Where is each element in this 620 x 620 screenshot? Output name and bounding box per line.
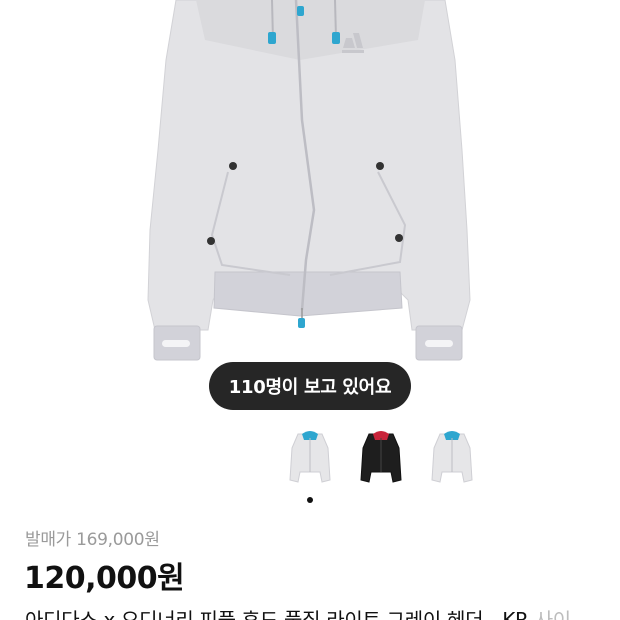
thumbnail-light-grey[interactable] [288, 428, 332, 490]
product-title[interactable]: 아디다스 x 오디너리 피플 후드 풀집 라이트 그레이 헤더 - KR 사이 [25, 604, 620, 620]
thumbnail-carousel [0, 428, 620, 494]
product-hero-image[interactable]: 110명이 보고 있어요 [0, 0, 620, 420]
viewer-count-badge: 110명이 보고 있어요 [209, 362, 411, 410]
carousel-dot-icon [307, 497, 313, 503]
original-price: 발매가 169,000원 [25, 530, 160, 550]
product-title-text: 아디다스 x 오디너리 피플 후드 풀집 라이트 그레이 헤더 - KR [25, 608, 529, 620]
thumbnail-black[interactable] [359, 428, 403, 490]
hoodie-thumb-icon [289, 431, 331, 483]
hoodie-thumb-icon [360, 431, 402, 483]
thumbnail-light-grey-alt[interactable] [430, 428, 474, 490]
viewer-count-text: 110명이 보고 있어요 [228, 377, 392, 398]
product-title-tail: 사이 [528, 608, 572, 620]
hoodie-thumb-icon [431, 431, 473, 483]
hoodie-illustration [147, 0, 471, 361]
sale-price: 120,000원 [24, 561, 185, 596]
